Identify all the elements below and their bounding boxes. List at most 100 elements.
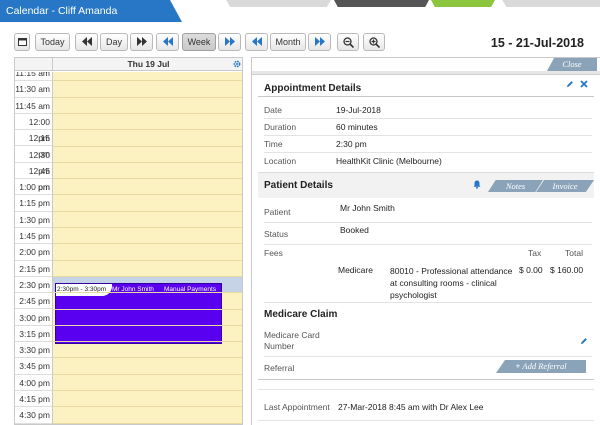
time-slot-label: 3:30 pm [15,342,52,359]
zoom-in-button[interactable] [363,33,385,51]
fee-tax: $ 0.00 [519,265,543,275]
prev-day-button[interactable] [75,33,98,51]
duration-row: Duration 60 minutes [264,119,592,136]
last-appointment-link[interactable]: 27-Mar-2018 8:45 am with Dr Alex Lee [338,402,484,412]
patient-details-title: Patient Details [264,180,333,191]
time-slot-label: 4:00 pm [15,375,52,391]
zoom-out-button[interactable] [337,33,359,51]
time-slot-label: 3:45 pm [15,358,52,375]
time-slot-label: 3:15 pm [15,326,52,343]
calendar-icon [17,38,27,46]
fees-label: Fees [264,248,283,258]
slot-gridline [53,292,242,294]
time-slot-label: 2:30 pm [15,277,52,294]
slot-gridline [53,341,242,343]
double-chevron-left-icon [81,37,92,46]
patient-link[interactable]: Mr John Smith [340,203,395,213]
time-label: Time [264,139,283,149]
next-month-button[interactable] [308,33,331,51]
time-slot-label: 2:45 pm [15,293,52,310]
nav-tab-3[interactable] [431,0,495,7]
status-row: Status Booked [264,223,592,245]
divider [258,420,594,421]
today-button[interactable]: Today [35,33,70,51]
appointment-time: 2:30pm - 3:30pm [56,283,112,296]
patient-row: Patient Mr John Smith [264,201,592,223]
time-slot-label: 4:15 pm [15,391,52,408]
time-value: 2:30 pm [336,139,367,149]
day-column[interactable]: 2:30pm - 3:30pm Mr John Smith Manual Pay… [53,72,242,424]
close-button[interactable]: Close [547,58,597,71]
zoom-out-icon [342,37,354,48]
month-view-button[interactable]: Month [270,33,306,51]
calendar-picker-button[interactable] [14,33,30,51]
time-row: Time 2:30 pm [264,136,592,153]
location-value: HealthKit Clinic (Melbourne) [336,156,442,166]
slot-gridline [53,112,242,114]
day-header: Thu 19 Jul [127,59,170,69]
nav-tab-2[interactable] [334,0,429,7]
time-column: 11:15 am 11:30 am 11:45 am 12:00 pm 12:15 pm… [15,72,53,424]
date-range: 15 - 21-Jul-2018 [490,36,584,50]
slot-gridline [53,373,242,375]
week-calendar: Thu 19 Jul 11:15 am 11:30 am 11:45 am 12:00… [14,57,243,425]
fee-description: 80010 - Professional attendance at consu… [390,265,512,301]
slot-gridline [53,259,242,261]
calendar-toolbar: Today Day Week Month 15 - 21-Jul-2018 [0,30,600,54]
divider [258,389,594,390]
tax-header: Tax [528,248,542,258]
double-chevron-right-icon [314,37,325,46]
double-chevron-right-icon [224,37,235,46]
appointment-payment: Manual Payments [163,285,216,293]
prev-week-button[interactable] [156,33,179,51]
time-slot-label: 1:00 pm [15,179,52,196]
time-slot-label: 1:15 pm [15,195,52,212]
day-view-button[interactable]: Day [100,33,128,51]
slot-gridline [53,406,242,408]
gear-icon[interactable] [233,60,241,70]
zoom-in-icon [368,37,380,48]
close-icon[interactable] [580,80,588,90]
slot-gridline [53,194,242,196]
slot-gridline [53,227,242,228]
double-chevron-right-icon [136,37,147,46]
time-slot-label: 11:45 am [15,98,52,114]
last-appointment-label: Last Appointment [264,402,330,412]
slot-gridline [53,324,242,326]
nav-tab-1[interactable] [226,0,331,7]
slot-gridline [53,357,242,359]
next-week-button[interactable] [218,33,241,51]
nav-tab-4[interactable] [502,0,600,7]
time-slot-label: 2:00 pm [15,244,52,261]
page-title: Calendar - Cliff Amanda [0,0,182,22]
fee-total: $ 160.00 [550,265,584,275]
slot-gridline [53,390,242,391]
notes-tab[interactable]: Notes [488,180,543,192]
edit-icon[interactable] [580,337,588,347]
bell-icon[interactable] [473,180,481,191]
top-bar: Calendar - Cliff Amanda [0,0,600,22]
time-slot-label: 1:45 pm [15,228,52,245]
divider [258,379,594,380]
total-header: Total [565,248,583,258]
time-slot-label: 2:15 pm [15,261,52,277]
appointment-details-title: Appointment Details [264,83,362,94]
appointment-panel: Close Appointment Details Date 19-Jul-20… [251,57,600,425]
invoice-tab[interactable]: Invoice [536,180,594,192]
week-view-button[interactable]: Week [182,33,216,51]
edit-icon[interactable] [566,80,574,90]
medicare-claim-title: Medicare Claim [264,309,338,320]
double-chevron-left-icon [162,37,173,46]
panel-strip [252,71,600,75]
calendar-corner [15,58,53,71]
prev-month-button[interactable] [245,33,268,51]
divider [264,356,592,357]
divider [258,96,594,97]
time-slot-label: 1:30 pm [15,212,52,228]
time-slot-label: 11:15 am [15,72,52,82]
time-slot-label: 12:15 pm [15,130,52,159]
next-day-button[interactable] [130,33,153,51]
referral-label: Referral [264,363,295,373]
duration-label: Duration [264,122,297,132]
add-referral-button[interactable]: + Add Referral [496,360,586,373]
